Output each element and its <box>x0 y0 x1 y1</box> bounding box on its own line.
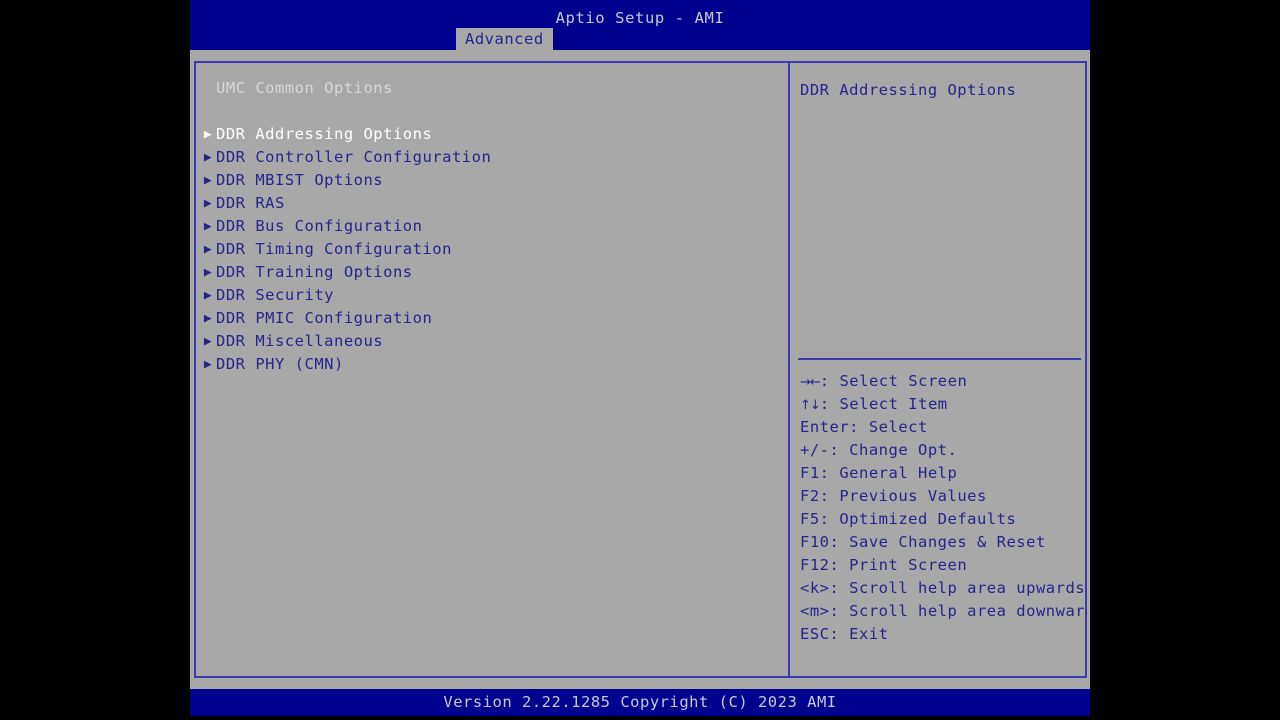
key-legend: →←: Select Screen ↑↓: Select Item Enter: S… <box>800 370 1087 646</box>
page-title: UMC Common Options <box>216 79 393 97</box>
legend-row: F1: General Help <box>800 462 1083 485</box>
triangle-right-icon: ▶ <box>203 173 213 188</box>
triangle-right-icon: ▶ <box>203 265 213 280</box>
triangle-right-icon: ▶ <box>203 219 213 234</box>
tab-bar: Advanced <box>190 28 1090 50</box>
legend-keys: +/- <box>800 441 830 459</box>
legend-keys: F12 <box>800 556 830 574</box>
legend-description: : General Help <box>819 464 958 482</box>
legend-description: : Select Item <box>819 395 948 413</box>
menu-item-label: DDR Timing Configuration <box>216 240 452 258</box>
menu-item-label: DDR Training Options <box>216 263 413 281</box>
main-frame: UMC Common Options ▶ DDR Addressing Optio… <box>194 61 1087 678</box>
legend-row: ↑↓: Select Item <box>800 393 1083 416</box>
triangle-right-icon: ▶ <box>203 127 213 142</box>
legend-keys: F5 <box>800 510 820 528</box>
triangle-right-icon: ▶ <box>203 334 213 349</box>
up-down-arrow-icon: ↑↓ <box>800 398 821 413</box>
title-bar: Aptio Setup - AMI Advanced <box>190 0 1090 50</box>
legend-keys: <m> <box>800 602 830 620</box>
header-divider-strip <box>190 50 1090 61</box>
menu-item[interactable]: ▶ DDR MBIST Options <box>196 169 788 192</box>
legend-row: <k>: Scroll help area upwards <box>800 577 1086 600</box>
legend-keys: F10 <box>800 533 830 551</box>
legend-description: : Print Screen <box>829 556 968 574</box>
version-text: Version 2.22.1285 Copyright (C) 2023 AMI <box>443 693 837 711</box>
menu-item-label: DDR PMIC Configuration <box>216 309 433 327</box>
footer-divider-strip <box>190 680 1090 689</box>
triangle-right-icon: ▶ <box>203 196 213 211</box>
triangle-right-icon: ▶ <box>203 150 213 165</box>
menu-item[interactable]: ▶ DDR Controller Configuration <box>196 146 788 169</box>
menu-item[interactable]: ▶ DDR Training Options <box>196 261 788 284</box>
options-menu-list: ▶ DDR Addressing Options ▶ DDR Controller C… <box>196 123 788 376</box>
menu-item[interactable]: ▶ DDR Timing Configuration <box>196 238 788 261</box>
legend-keys: ESC <box>800 625 830 643</box>
legend-keys: F1 <box>800 464 820 482</box>
legend-description: : Select Screen <box>819 372 968 390</box>
legend-description: : Save Changes & Reset <box>829 533 1046 551</box>
options-pane: UMC Common Options ▶ DDR Addressing Optio… <box>196 63 790 676</box>
triangle-right-icon: ▶ <box>203 288 213 303</box>
legend-row: →←: Select Screen <box>800 370 1083 393</box>
legend-description: : Change Opt. <box>829 441 958 459</box>
bios-console: Aptio Setup - AMI Advanced UMC Common Op… <box>190 0 1090 716</box>
legend-keys: F2 <box>800 487 820 505</box>
bios-screen: Aptio Setup - AMI Advanced UMC Common Op… <box>0 0 1280 720</box>
legend-row: F5: Optimized Defaults <box>800 508 1083 531</box>
app-title: Aptio Setup - AMI <box>555 9 725 27</box>
menu-item-label: DDR Controller Configuration <box>216 148 492 166</box>
legend-keys: <k> <box>800 579 830 597</box>
legend-description: : Select <box>849 418 928 436</box>
legend-row: ESC: Exit <box>800 623 1083 646</box>
menu-item-label: DDR MBIST Options <box>216 171 384 189</box>
menu-item-label: DDR Bus Configuration <box>216 217 423 235</box>
footer-bar: Version 2.22.1285 Copyright (C) 2023 AMI <box>190 689 1090 716</box>
legend-description: : Previous Values <box>819 487 987 505</box>
legend-description: : Optimized Defaults <box>819 510 1017 528</box>
tab-advanced[interactable]: Advanced <box>456 28 553 50</box>
menu-item[interactable]: ▶ DDR PMIC Configuration <box>196 307 788 330</box>
menu-item[interactable]: ▶ DDR Miscellaneous <box>196 330 788 353</box>
menu-item[interactable]: ▶ DDR PHY (CMN) <box>196 353 788 376</box>
menu-item-label: DDR PHY (CMN) <box>216 355 344 373</box>
legend-description: : Scroll help area upwards <box>829 579 1086 597</box>
left-right-arrow-icon: →← <box>800 375 821 390</box>
legend-row: Enter: Select <box>800 416 1083 439</box>
menu-item[interactable]: ▶ DDR RAS <box>196 192 788 215</box>
legend-row: F10: Save Changes & Reset <box>800 531 1083 554</box>
legend-description: : Exit <box>829 625 889 643</box>
help-divider <box>798 358 1081 360</box>
menu-item[interactable]: ▶ DDR Addressing Options <box>196 123 788 146</box>
legend-row: +/-: Change Opt. <box>800 439 1083 462</box>
triangle-right-icon: ▶ <box>203 242 213 257</box>
legend-keys: Enter <box>800 418 850 436</box>
menu-item-label: DDR Security <box>216 286 334 304</box>
legend-row: F12: Print Screen <box>800 554 1083 577</box>
legend-description: : Scroll help area downwards <box>829 602 1088 620</box>
menu-item-label: DDR Miscellaneous <box>216 332 384 350</box>
triangle-right-icon: ▶ <box>203 311 213 326</box>
menu-item-label: DDR RAS <box>216 194 285 212</box>
triangle-right-icon: ▶ <box>203 357 213 372</box>
help-pane: DDR Addressing Options →←: Select Screen… <box>792 63 1087 676</box>
legend-row: F2: Previous Values <box>800 485 1083 508</box>
legend-row: <m>: Scroll help area downwards <box>800 600 1087 623</box>
help-description: DDR Addressing Options <box>800 81 1017 99</box>
menu-item[interactable]: ▶ DDR Bus Configuration <box>196 215 788 238</box>
menu-item[interactable]: ▶ DDR Security <box>196 284 788 307</box>
menu-item-label: DDR Addressing Options <box>216 125 433 143</box>
